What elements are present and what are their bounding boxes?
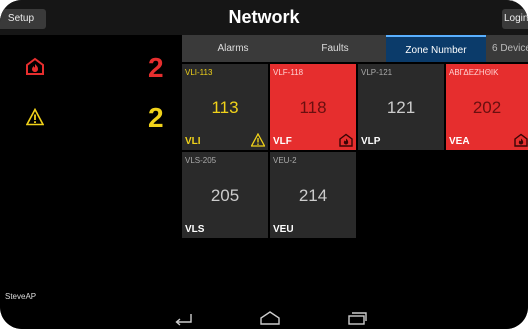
zone-tile-vlf[interactable]: VLF-118 118 VLF	[270, 64, 356, 150]
zone-tile-vlp[interactable]: VLP-121 121 VLP	[358, 64, 444, 150]
tile-abbr: VLS	[185, 224, 205, 235]
tile-abbr: VLF	[273, 136, 292, 147]
tile-number: 205	[210, 186, 240, 205]
tile-name: VLS-205	[185, 156, 217, 165]
tile-name: VLI-113	[185, 68, 213, 77]
login-button[interactable]: Login	[502, 9, 528, 29]
faults-count: 2	[148, 102, 164, 133]
system-nav-bar	[0, 307, 528, 329]
back-arrow-icon[interactable]	[171, 310, 195, 326]
zone-tile-vli[interactable]: VLI-113 113 VLI	[182, 64, 268, 150]
page-title: Network	[228, 7, 300, 27]
tile-number: 202	[472, 98, 502, 117]
home-icon[interactable]	[258, 310, 282, 326]
fire-alarm-icon	[26, 57, 44, 75]
alarms-count: 2	[148, 52, 164, 83]
zone-tile-vls[interactable]: VLS-205 205 VLS	[182, 152, 268, 238]
tile-abbr: VEA	[449, 136, 470, 147]
tile-number: 118	[299, 98, 327, 117]
tab-zone-number[interactable]: Zone Number	[386, 35, 486, 62]
tile-number: 121	[386, 98, 416, 117]
tile-abbr: VLP	[361, 136, 381, 147]
warning-triangle-icon	[251, 133, 265, 147]
zone-tile-vea[interactable]: ΑΒΓΔΕΖΗΘΙΚ 202 VEA	[446, 64, 528, 150]
tile-name: VEU-2	[273, 156, 297, 165]
tab-faults[interactable]: Faults	[284, 35, 386, 62]
zone-tile-veu[interactable]: VEU-2 214 VEU	[270, 152, 356, 238]
tile-name: VLP-121	[361, 68, 393, 77]
top-bar: Setup Network Login	[0, 0, 528, 35]
tile-number: 113	[211, 98, 239, 117]
fire-alarm-icon	[514, 133, 528, 147]
wifi-network-name: SteveAP	[5, 292, 37, 301]
fire-alarm-icon	[339, 133, 353, 147]
warning-triangle-icon	[26, 108, 44, 126]
tile-abbr: VLI	[185, 136, 201, 147]
tile-abbr: VEU	[273, 224, 294, 235]
filter-tabs: Alarms Faults Zone Number 6 Devices	[182, 35, 528, 62]
tile-name: VLF-118	[273, 68, 304, 77]
tab-devices[interactable]: 6 Devices	[486, 35, 528, 62]
tile-number: 214	[298, 186, 328, 205]
tile-name: ΑΒΓΔΕΖΗΘΙΚ	[449, 68, 499, 77]
device-screen: Setup Network Login 2 2 Alarms Faults Zo…	[0, 0, 528, 329]
status-summary: 2 2	[0, 35, 182, 155]
tab-alarms[interactable]: Alarms	[182, 35, 284, 62]
recent-apps-icon[interactable]	[345, 310, 369, 326]
